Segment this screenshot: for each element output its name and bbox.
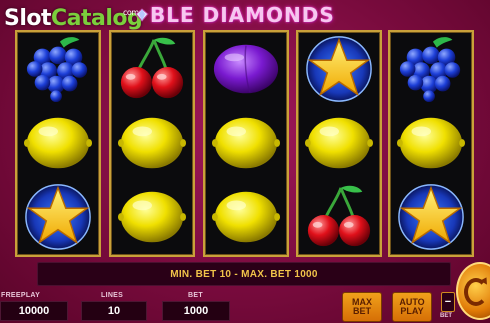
symbol-cell — [17, 106, 99, 180]
auto-play-line2: PLAY — [400, 306, 424, 316]
message-bar: MIN. BET 10 - MAX. BET 1000 — [37, 262, 451, 286]
reel-3 — [203, 30, 289, 257]
grapes-icon — [26, 37, 88, 103]
lemon-icon — [396, 117, 466, 169]
reels-area — [15, 30, 483, 257]
watermark-logo: SlotCatalog com — [4, 6, 143, 31]
symbol-cell — [17, 32, 99, 106]
symbol-cell — [17, 180, 99, 254]
reel-2 — [109, 30, 195, 257]
lemon-icon — [117, 191, 187, 243]
bet-minus-label: BET — [440, 313, 452, 319]
star-icon — [306, 36, 372, 102]
lemon-icon — [304, 117, 374, 169]
symbol-cell — [205, 180, 287, 254]
plum-icon — [213, 44, 279, 94]
symbol-cell — [298, 106, 380, 180]
max-bet-line2: BET — [353, 306, 371, 316]
symbol-cell — [298, 180, 380, 254]
symbol-cell — [111, 106, 193, 180]
lemon-icon — [211, 117, 281, 169]
lemon-icon — [211, 191, 281, 243]
lines-label: LINES — [101, 292, 124, 299]
lines-value: 10 — [81, 301, 147, 321]
spin-button[interactable] — [456, 262, 490, 320]
cherries-icon — [120, 37, 184, 99]
max-bet-button[interactable]: MAX BET — [342, 292, 382, 322]
symbol-cell — [298, 32, 380, 106]
freeplay-label: FREEPLAY — [1, 292, 41, 299]
symbol-cell — [390, 106, 472, 180]
reel-4 — [296, 30, 382, 257]
auto-play-button[interactable]: AUTO PLAY — [392, 292, 432, 322]
grapes-icon — [399, 37, 461, 103]
symbol-cell — [390, 180, 472, 254]
symbol-cell — [205, 32, 287, 106]
symbol-cell — [205, 106, 287, 180]
bet-minus-button[interactable]: − — [441, 292, 455, 312]
star-icon — [398, 184, 464, 250]
diamond-icon — [135, 8, 149, 22]
bet-value: 1000 — [162, 301, 230, 321]
header: SlotCatalog com BLE DIAMONDS — [0, 0, 490, 31]
bet-label: BET — [188, 292, 203, 299]
reel-5 — [388, 30, 474, 257]
symbol-cell — [111, 180, 193, 254]
symbol-cell — [111, 32, 193, 106]
lemon-icon — [23, 117, 93, 169]
reel-1 — [15, 30, 101, 257]
star-icon — [25, 184, 91, 250]
lemon-icon — [117, 117, 187, 169]
symbol-cell — [390, 32, 472, 106]
cherries-icon — [307, 185, 371, 247]
freeplay-value: 10000 — [0, 301, 68, 321]
game-title: BLE DIAMONDS — [150, 3, 335, 27]
watermark-slot: Slot — [4, 6, 52, 31]
